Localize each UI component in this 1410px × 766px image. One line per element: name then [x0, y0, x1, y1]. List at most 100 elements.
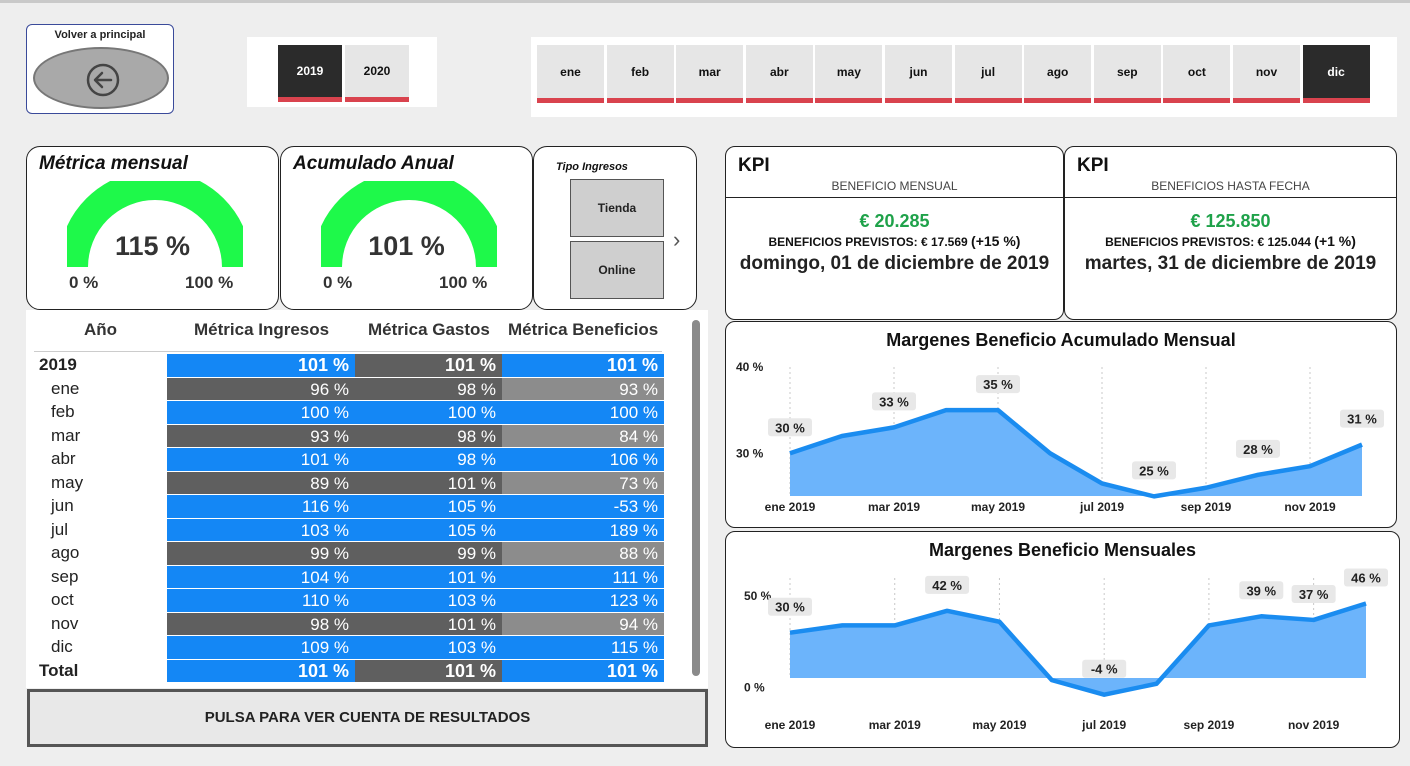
row-label: Total: [39, 660, 79, 680]
kpi-forecast: BENEFICIOS PREVISTOS: € 17.569 (+15 %): [726, 233, 1063, 249]
table-cell[interactable]: -53 %: [502, 494, 664, 518]
x-tick-label: nov 2019: [1288, 718, 1340, 732]
table-cell[interactable]: 101 %: [167, 658, 355, 682]
column-header-income[interactable]: Métrica Ingresos: [194, 320, 329, 340]
year-tile-2019[interactable]: 2019: [278, 45, 342, 102]
gauge-value: 115 %: [114, 231, 191, 261]
table-cell[interactable]: 103 %: [355, 635, 502, 659]
month-tile-jul[interactable]: jul: [954, 45, 1022, 103]
table-cell[interactable]: 98 %: [167, 611, 355, 635]
table-cell[interactable]: 101 %: [502, 658, 664, 682]
table-cell[interactable]: 116 %: [167, 494, 355, 518]
row-label: ene: [51, 378, 80, 398]
month-tile-abr[interactable]: abr: [745, 45, 813, 103]
table-cell[interactable]: 101 %: [167, 353, 355, 377]
month-tile-sep[interactable]: sep: [1093, 45, 1161, 103]
data-label: 46 %: [1351, 571, 1381, 586]
month-tile-oct[interactable]: oct: [1163, 45, 1231, 103]
metrics-table: Año Métrica Ingresos Métrica Gastos Métr…: [26, 310, 708, 688]
table-cell[interactable]: 115 %: [502, 635, 664, 659]
data-label: 33 %: [879, 394, 909, 409]
table-cell[interactable]: 101 %: [502, 353, 664, 377]
table-cell[interactable]: 103 %: [167, 517, 355, 541]
table-cell[interactable]: 100 %: [355, 400, 502, 424]
row-label: jul: [51, 519, 69, 539]
column-header-profit[interactable]: Métrica Beneficios: [508, 320, 658, 340]
table-cell[interactable]: 105 %: [355, 517, 502, 541]
table-cell[interactable]: 101 %: [355, 611, 502, 635]
month-tile-dic[interactable]: dic: [1302, 45, 1370, 103]
table-cell[interactable]: 101 %: [355, 564, 502, 588]
table-cell[interactable]: 99 %: [167, 541, 355, 565]
year-tile-2020[interactable]: 2020: [345, 45, 409, 102]
month-tile-feb[interactable]: feb: [606, 45, 674, 103]
chevron-right-icon[interactable]: ›: [673, 227, 680, 253]
column-header-expenses[interactable]: Métrica Gastos: [368, 320, 490, 340]
row-label: jun: [51, 496, 74, 515]
table-cell[interactable]: 93 %: [502, 376, 664, 400]
table-cell[interactable]: 123 %: [502, 588, 664, 612]
table-cell[interactable]: 84 %: [502, 423, 664, 447]
column-header-year[interactable]: Año: [84, 320, 117, 340]
table-cell[interactable]: 94 %: [502, 611, 664, 635]
table-cell[interactable]: 89 %: [167, 470, 355, 494]
month-tile-ago[interactable]: ago: [1024, 45, 1092, 103]
x-tick-label: jul 2019: [1079, 500, 1124, 514]
income-statement-button[interactable]: PULSA PARA VER CUENTA DE RESULTADOS: [27, 689, 708, 747]
month-tile-ene[interactable]: ene: [537, 45, 604, 103]
table-cell[interactable]: 88 %: [502, 541, 664, 565]
table-cell[interactable]: 98 %: [355, 423, 502, 447]
row-label: nov: [51, 613, 79, 633]
table-cell[interactable]: 98 %: [355, 447, 502, 471]
monthly-margin-chart-card: Margenes Beneficio Mensuales 0 % 50 % ene …: [725, 531, 1400, 748]
month-tile-jun[interactable]: jun: [885, 45, 952, 103]
table-cell[interactable]: 98 %: [355, 376, 502, 400]
table-cell[interactable]: 111 %: [502, 564, 664, 588]
back-card[interactable]: Volver a principal: [26, 24, 174, 114]
y-tick-label: 50 %: [744, 589, 772, 603]
monthly-margin-chart: 0 % 50 % ene 2019 mar 2019 may 2019 jul 2019 s…: [744, 568, 1388, 732]
table-cell[interactable]: 189 %: [502, 517, 664, 541]
online-button[interactable]: Online: [570, 241, 664, 299]
table-scrollbar[interactable]: [692, 320, 700, 676]
table-cell[interactable]: 106 %: [502, 447, 664, 471]
month-tile-nov[interactable]: nov: [1233, 45, 1300, 103]
month-slicer: ene feb mar abr may jun jul ago sep oct nov dic: [531, 37, 1397, 117]
x-tick-label: mar 2019: [868, 500, 920, 514]
gauge-max: 100 %: [439, 273, 488, 292]
table-cell[interactable]: 100 %: [502, 400, 664, 424]
x-tick-label: sep 2019: [1181, 500, 1232, 514]
kpi-ytd-card: KPI BENEFICIOS HASTA FECHA € 125.850 BEN…: [1064, 146, 1397, 320]
row-label: abr: [51, 449, 76, 468]
kpi-forecast-pct: (+1 %): [1314, 233, 1356, 249]
table-cell[interactable]: 101 %: [167, 447, 355, 471]
gauge-min: 0 %: [323, 273, 353, 292]
table-cell[interactable]: 101 %: [355, 470, 502, 494]
data-label: -4 %: [1091, 662, 1118, 677]
table-cell[interactable]: 110 %: [167, 588, 355, 612]
y-tick-label: 30 %: [736, 446, 764, 460]
table-cell[interactable]: 104 %: [167, 564, 355, 588]
x-tick-label: may 2019: [972, 718, 1026, 732]
gauge-value: 101 %: [368, 231, 445, 261]
month-tile-mar[interactable]: mar: [676, 45, 744, 103]
table-cell[interactable]: 103 %: [355, 588, 502, 612]
table-cell[interactable]: 105 %: [355, 494, 502, 518]
table-cell[interactable]: 109 %: [167, 635, 355, 659]
row-label: 2019: [39, 355, 77, 374]
table-cell[interactable]: 73 %: [502, 470, 664, 494]
table-cell[interactable]: 99 %: [355, 541, 502, 565]
gauge-title: Métrica mensual: [39, 153, 188, 174]
monthly-metric-gauge-card: Métrica mensual 115 % 0 % 100 %: [26, 146, 279, 310]
annual-cumulative-gauge-card: Acumulado Anual 101 % 0 % 100 %: [280, 146, 533, 310]
kpi-forecast-text: BENEFICIOS PREVISTOS: € 17.569: [768, 235, 968, 249]
back-button[interactable]: [33, 47, 169, 109]
month-tile-may[interactable]: may: [815, 45, 883, 103]
kpi-forecast-text: BENEFICIOS PREVISTOS: € 125.044: [1105, 235, 1311, 249]
table-cell[interactable]: 96 %: [167, 376, 355, 400]
table-cell[interactable]: 101 %: [355, 353, 502, 377]
table-cell[interactable]: 100 %: [167, 400, 355, 424]
tienda-button[interactable]: Tienda: [570, 179, 664, 237]
table-cell[interactable]: 93 %: [167, 423, 355, 447]
table-cell[interactable]: 101 %: [355, 658, 502, 682]
